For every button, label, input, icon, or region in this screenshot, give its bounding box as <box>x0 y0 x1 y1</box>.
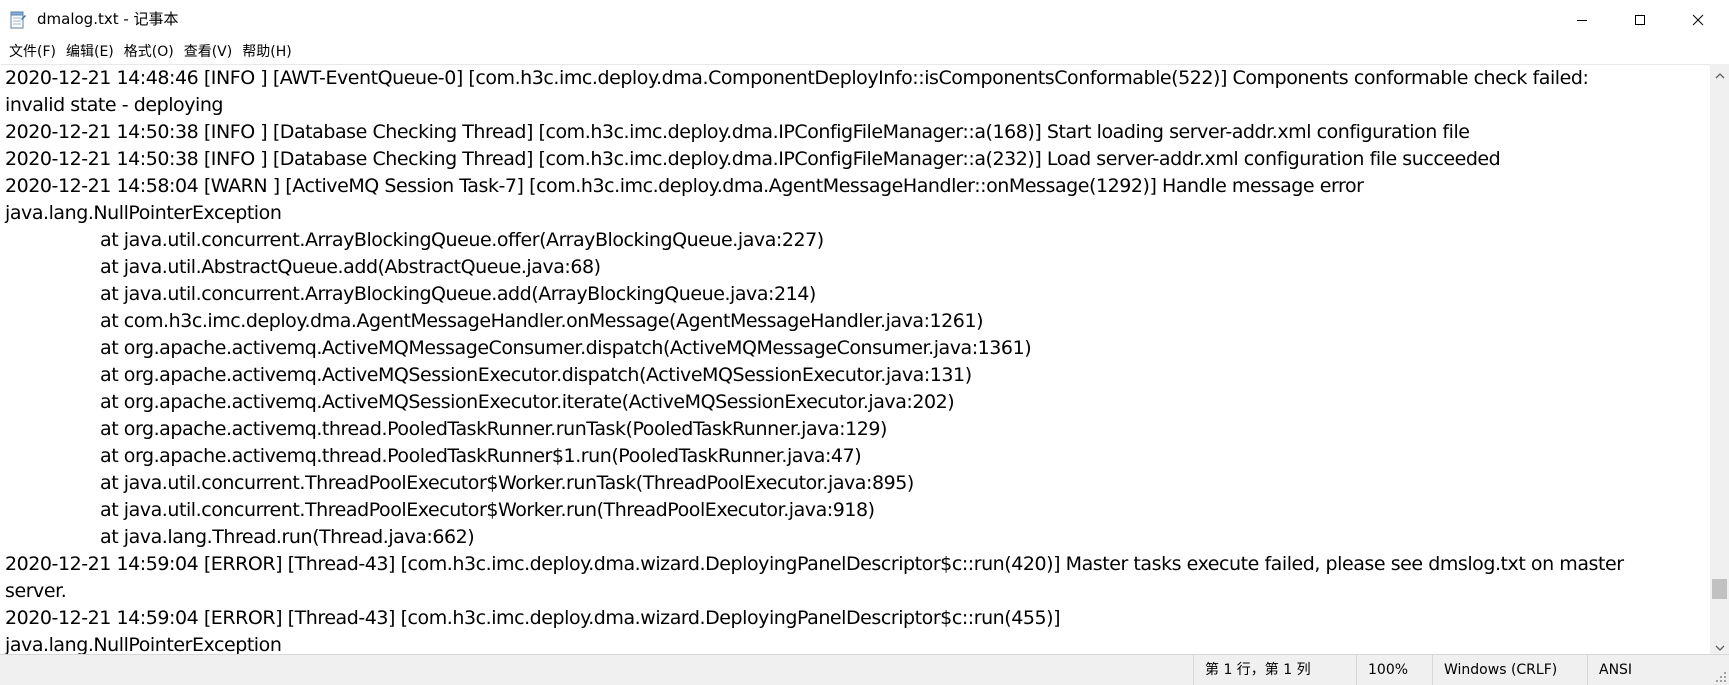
resize-grip-icon[interactable] <box>1713 668 1727 682</box>
text-line: 2020-12-21 14:50:38 [INFO ] [Database Ch… <box>5 148 1501 170</box>
text-line: 2020-12-21 14:58:04 [WARN ] [ActiveMQ Se… <box>5 175 1364 197</box>
close-icon <box>1692 11 1704 30</box>
stack-trace-line: at org.apache.activemq.thread.PooledTask… <box>100 445 862 467</box>
stack-trace-line: at org.apache.activemq.ActiveMQSessionEx… <box>100 364 972 386</box>
zoom-level: 100% <box>1356 655 1432 685</box>
cursor-position: 第 1 行，第 1 列 <box>1193 655 1356 685</box>
menu-format[interactable]: 格式(O) <box>119 41 179 63</box>
stack-trace-line: at java.lang.Thread.run(Thread.java:662) <box>100 526 475 548</box>
text-line: 2020-12-21 14:48:46 [INFO ] [AWT-EventQu… <box>5 67 1589 89</box>
scroll-down-button[interactable] <box>1710 636 1729 654</box>
text-line: 2020-12-21 14:59:04 [ERROR] [Thread-43] … <box>5 553 1624 575</box>
text-line: 2020-12-21 14:59:04 [ERROR] [Thread-43] … <box>5 607 1061 629</box>
scrollbar-thumb[interactable] <box>1712 579 1727 599</box>
menu-help[interactable]: 帮助(H) <box>237 41 296 63</box>
menu-view[interactable]: 查看(V) <box>179 41 238 63</box>
window-title: dmalog.txt - 记事本 <box>37 10 179 28</box>
line-ending: Windows (CRLF) <box>1432 655 1587 685</box>
text-line: java.lang.NullPointerException <box>5 202 282 224</box>
stack-trace-line: at java.util.concurrent.ArrayBlockingQue… <box>100 283 816 305</box>
stack-trace-line: at org.apache.activemq.thread.PooledTask… <box>100 418 887 440</box>
text-line: java.lang.NullPointerException <box>5 634 282 655</box>
minimize-icon <box>1576 11 1588 30</box>
stack-trace-line: at com.h3c.imc.deploy.dma.AgentMessageHa… <box>100 310 984 332</box>
text-line: server. <box>5 580 67 602</box>
text-line: invalid state - deploying <box>5 94 224 116</box>
title-bar[interactable]: dmalog.txt - 记事本 <box>0 0 1729 40</box>
scroll-up-button[interactable] <box>1710 64 1729 82</box>
notepad-window: dmalog.txt - 记事本 文件(F) 编辑(E) 格式(O) 查看(V) <box>0 0 1729 685</box>
stack-trace-line: at java.util.AbstractQueue.add(AbstractQ… <box>100 256 601 278</box>
encoding: ANSI <box>1587 655 1709 685</box>
vertical-scrollbar[interactable] <box>1710 64 1729 654</box>
menu-bar: 文件(F) 编辑(E) 格式(O) 查看(V) 帮助(H) <box>0 40 1729 64</box>
maximize-button[interactable] <box>1613 0 1667 40</box>
menu-file[interactable]: 文件(F) <box>4 41 61 63</box>
maximize-icon <box>1634 11 1646 30</box>
stack-trace-line: at java.util.concurrent.ThreadPoolExecut… <box>100 499 875 521</box>
minimize-button[interactable] <box>1555 0 1609 40</box>
notepad-icon <box>10 11 26 29</box>
chevron-down-icon <box>1715 636 1725 655</box>
close-button[interactable] <box>1671 0 1725 40</box>
menu-edit[interactable]: 编辑(E) <box>61 41 119 63</box>
stack-trace-line: at org.apache.activemq.ActiveMQSessionEx… <box>100 391 955 413</box>
stack-trace-line: at org.apache.activemq.ActiveMQMessageCo… <box>100 337 1032 359</box>
stack-trace-line: at java.util.concurrent.ArrayBlockingQue… <box>100 229 824 251</box>
text-line: 2020-12-21 14:50:38 [INFO ] [Database Ch… <box>5 121 1470 143</box>
chevron-up-icon <box>1715 64 1725 83</box>
text-editor[interactable]: 2020-12-21 14:48:46 [INFO ] [AWT-EventQu… <box>1 64 1710 655</box>
status-bar: 第 1 行，第 1 列 100% Windows (CRLF) ANSI <box>0 654 1729 685</box>
stack-trace-line: at java.util.concurrent.ThreadPoolExecut… <box>100 472 914 494</box>
